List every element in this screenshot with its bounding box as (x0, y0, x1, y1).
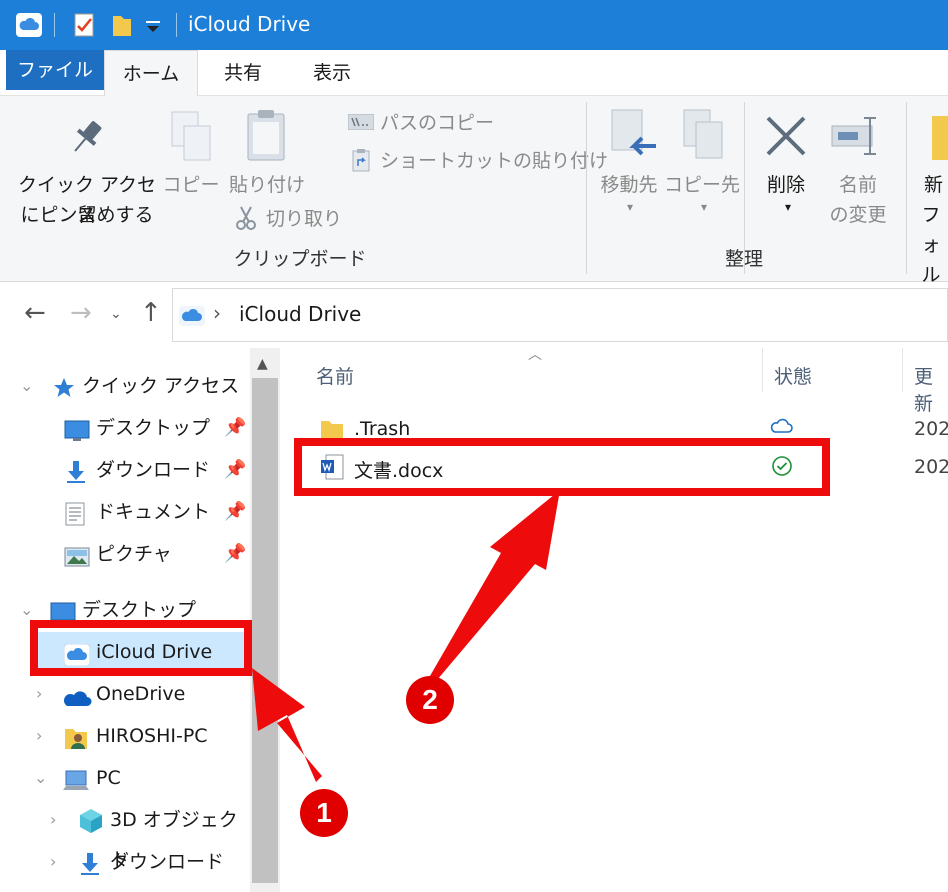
copy-icon[interactable] (170, 110, 214, 168)
nav-desktop-pinned[interactable]: デスクトップ 📌 (0, 408, 250, 448)
address-bar[interactable]: › iCloud Drive (172, 288, 948, 342)
nav-label: ドキュメント (96, 501, 211, 523)
pin-icon[interactable]: 📌 (224, 450, 246, 490)
organize-group-label: 整理 (724, 248, 763, 270)
nav-label: クイック アクセス (82, 375, 240, 397)
icloud-location-icon (179, 306, 205, 330)
nav-label: デスクトップ (96, 417, 211, 439)
paste-shortcut-button[interactable]: ショートカットの貼り付け (380, 146, 608, 176)
ribbon-tabs: ファイル ホーム 共有 表示 (0, 50, 948, 97)
file-modified: 2020 (914, 418, 948, 440)
scroll-up-arrow-icon[interactable]: ▲ (257, 356, 268, 372)
delete-x-icon[interactable] (764, 114, 808, 162)
step-badge-1: 1 (300, 789, 348, 837)
copy-path-icon[interactable] (347, 113, 375, 134)
pin-icon[interactable]: 📌 (224, 492, 246, 532)
tab-home[interactable]: ホーム (104, 50, 198, 97)
scissors-icon[interactable] (236, 206, 256, 234)
customize-toolbar-icon[interactable] (146, 18, 160, 37)
step-badge-2: 2 (406, 676, 454, 724)
nav-label: ダウンロード (96, 459, 211, 481)
forward-button[interactable]: → (70, 298, 92, 328)
rename-label: の変更 (829, 204, 887, 226)
tab-view[interactable]: 表示 (288, 50, 376, 96)
new-folder-icon[interactable] (112, 13, 132, 41)
nav-scrollbar[interactable]: ▲ (250, 348, 280, 892)
tab-share[interactable]: 共有 (198, 50, 288, 96)
column-separator[interactable] (902, 348, 903, 392)
expand-chevron-icon[interactable]: › (50, 842, 56, 882)
expand-chevron-icon[interactable]: › (36, 674, 42, 714)
column-header-status[interactable]: 状態 (774, 362, 812, 389)
nav-pc[interactable]: ⌄ PC (0, 758, 250, 798)
address-path[interactable]: iCloud Drive (239, 302, 361, 326)
move-to-icon[interactable] (610, 108, 658, 168)
scroll-thumb[interactable] (252, 378, 278, 883)
file-name: .Trash (354, 418, 411, 440)
copy-to-icon[interactable] (682, 108, 730, 168)
nav-documents-pinned[interactable]: ドキュメント 📌 (0, 492, 250, 532)
collapse-chevron-icon[interactable]: ⌄ (20, 366, 33, 406)
back-button[interactable]: ← (24, 298, 46, 328)
ribbon-divider (906, 102, 907, 274)
expand-chevron-icon[interactable]: › (50, 800, 56, 840)
pin-icon[interactable] (66, 118, 106, 162)
nav-label: HIROSHI-PC (96, 725, 208, 747)
pin-quick-access-label: にピン留めする (20, 204, 154, 226)
delete-dropdown[interactable]: ▾ (778, 192, 798, 222)
nav-label: OneDrive (96, 683, 186, 705)
title-bar: iCloud Drive (0, 0, 948, 50)
nav-quick-access[interactable]: ⌄ クイック アクセス (0, 366, 250, 406)
collapse-chevron-icon[interactable]: ⌄ (34, 758, 47, 798)
new-folder-button[interactable]: 新 (924, 170, 943, 200)
clipboard-group-label: クリップボード (233, 248, 367, 270)
ribbon-home: クイック アクセス にピン留めする コピー 貼り付け パスのコピー ショートカッ… (0, 96, 948, 286)
new-folder-ribbon-icon[interactable] (930, 114, 948, 164)
tab-file[interactable]: ファイル (6, 50, 104, 90)
sort-ascending-icon: ︿ (528, 347, 542, 363)
file-modified: 2020 (914, 456, 948, 478)
properties-icon[interactable] (74, 13, 96, 41)
highlight-box-file (294, 438, 830, 496)
nav-hiroshi-pc[interactable]: › HIROSHI-PC (0, 716, 250, 756)
nav-3d-objects[interactable]: › 3D オブジェクト (0, 800, 250, 871)
copy-button[interactable]: コピー (160, 170, 222, 200)
icloud-app-icon[interactable] (16, 13, 42, 41)
copy-to-dropdown[interactable]: ▾ (694, 192, 714, 222)
pin-icon[interactable]: 📌 (224, 534, 246, 574)
nav-pictures-pinned[interactable]: ピクチャ 📌 (0, 534, 250, 574)
window-title: iCloud Drive (188, 12, 311, 36)
highlight-box-icloud (30, 620, 252, 676)
title-separator (176, 13, 177, 37)
copy-path-button[interactable]: パスのコピー (380, 108, 494, 138)
download-arrow-icon (78, 850, 102, 890)
file-list: ︿ 名前 状態 更新 .Trash 2020 文書.docx 2020 (284, 347, 948, 892)
pictures-icon (64, 542, 90, 582)
column-header-modified[interactable]: 更新 (914, 362, 948, 416)
expand-chevron-icon[interactable]: › (36, 716, 42, 756)
paste-icon[interactable] (244, 108, 288, 168)
nav-downloads[interactable]: › ダウンロード (0, 842, 250, 882)
nav-onedrive[interactable]: › OneDrive (0, 674, 250, 714)
rename-button[interactable]: 名前 (822, 170, 894, 200)
pin-icon[interactable]: 📌 (224, 408, 246, 448)
nav-label: ダウンロード (110, 851, 225, 873)
breadcrumb-chevron[interactable]: › (213, 301, 221, 325)
title-separator (54, 13, 55, 37)
up-button[interactable]: ↑ (140, 298, 162, 328)
nav-label: PC (96, 767, 121, 789)
ribbon-divider (586, 102, 587, 274)
nav-label: ピクチャ (96, 543, 172, 565)
new-folder-label: フォル (921, 204, 941, 286)
cut-button[interactable]: 切り取り (266, 204, 342, 234)
recent-locations-dropdown[interactable]: ⌄ (110, 306, 122, 322)
move-to-dropdown[interactable]: ▾ (620, 192, 640, 222)
paste-shortcut-icon[interactable] (352, 148, 370, 176)
column-header-name[interactable]: 名前 (316, 362, 354, 389)
nav-downloads-pinned[interactable]: ダウンロード 📌 (0, 450, 250, 490)
paste-button[interactable]: 貼り付け (224, 170, 310, 200)
column-separator[interactable] (762, 348, 763, 392)
rename-icon[interactable] (830, 114, 884, 162)
address-row: ← → ⌄ ↑ › iCloud Drive (0, 282, 948, 348)
